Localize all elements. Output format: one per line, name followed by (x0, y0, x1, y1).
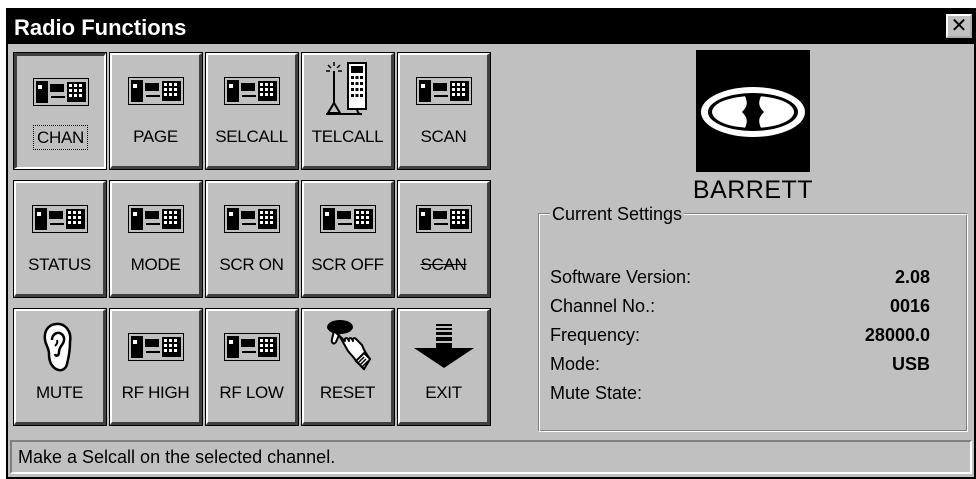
radio-functions-window: Radio Functions ✕ CHAN PAGE SELCALL TELC… (6, 8, 976, 479)
frequency-label: Frequency: (550, 325, 641, 345)
radio-unit-icon (112, 325, 199, 369)
mute-state-label: Mute State: (550, 383, 643, 403)
brand-name: BARRETT (692, 176, 814, 204)
radio-unit-icon (304, 197, 391, 241)
rf-low-label: RF LOW (219, 383, 284, 402)
channel-no-row: Channel No.: 0016 (550, 296, 930, 322)
window-title: Radio Functions (14, 15, 187, 40)
radio-unit-icon (208, 197, 295, 241)
rf-high-button[interactable]: RF HIGH (109, 308, 203, 426)
mode-row: Mode: USB (550, 354, 930, 380)
radio-unit-icon (400, 69, 487, 113)
exit-label: EXIT (425, 383, 462, 402)
radio-unit-icon (400, 197, 487, 241)
status-button[interactable]: STATUS (13, 180, 107, 298)
radio-unit-icon (17, 70, 104, 114)
ear-icon (16, 319, 103, 375)
scan-off-button[interactable]: SCAN (397, 180, 491, 298)
scan-off-label: SCAN (420, 255, 467, 274)
scr-off-button[interactable]: SCR OFF (301, 180, 395, 298)
mute-button[interactable]: MUTE (13, 308, 107, 426)
selcall-button[interactable]: SELCALL (205, 52, 299, 170)
mode-setting-label: Mode: (550, 354, 601, 374)
frequency-value: 28000.0 (864, 325, 930, 345)
scan-label: SCAN (420, 127, 467, 146)
chan-button[interactable]: CHAN (13, 52, 107, 170)
telcall-label: TELCALL (311, 127, 384, 146)
channel-no-label: Channel No.: (550, 296, 656, 316)
page-label: PAGE (133, 127, 178, 146)
exit-button[interactable]: EXIT (397, 308, 491, 426)
software-version-label: Software Version: (550, 267, 692, 287)
mode-label: MODE (130, 255, 181, 274)
mute-label: MUTE (36, 383, 83, 402)
frequency-row: Frequency: 28000.0 (550, 325, 930, 351)
rf-high-label: RF HIGH (121, 383, 190, 402)
scr-off-label: SCR OFF (311, 255, 384, 274)
telephone-antenna-icon (304, 61, 391, 119)
scr-on-button[interactable]: SCR ON (205, 180, 299, 298)
title-bar: Radio Functions ✕ (8, 10, 974, 44)
telcall-button[interactable]: TELCALL (301, 52, 395, 170)
channel-no-value: 0016 (889, 296, 930, 316)
mode-setting-value: USB (891, 354, 930, 374)
down-arrow-icon (400, 323, 487, 371)
close-icon: ✕ (950, 13, 968, 37)
software-version-row: Software Version: 2.08 (550, 267, 930, 293)
scan-button[interactable]: SCAN (397, 52, 491, 170)
status-label: STATUS (28, 255, 91, 274)
chan-label: CHAN (33, 125, 88, 150)
software-version-value: 2.08 (894, 267, 930, 287)
mute-state-row: Mute State: (550, 383, 930, 409)
status-bar-text: Make a Selcall on the selected channel. (18, 447, 336, 467)
page-button[interactable]: PAGE (109, 52, 203, 170)
selcall-label: SELCALL (215, 127, 288, 146)
radio-unit-icon (16, 197, 103, 241)
reset-button[interactable]: RESET (301, 308, 395, 426)
radio-unit-icon (112, 69, 199, 113)
status-bar: Make a Selcall on the selected channel. (10, 440, 972, 474)
mode-button[interactable]: MODE (109, 180, 203, 298)
hand-pressing-button-icon (304, 317, 391, 377)
reset-label: RESET (319, 383, 376, 402)
radio-unit-icon (208, 69, 295, 113)
rf-low-button[interactable]: RF LOW (205, 308, 299, 426)
close-button[interactable]: ✕ (946, 14, 972, 38)
current-settings-title: Current Settings (550, 204, 685, 225)
scr-on-label: SCR ON (219, 255, 284, 274)
barrett-logo (696, 50, 810, 172)
radio-unit-icon (112, 197, 199, 241)
radio-unit-icon (208, 325, 295, 369)
